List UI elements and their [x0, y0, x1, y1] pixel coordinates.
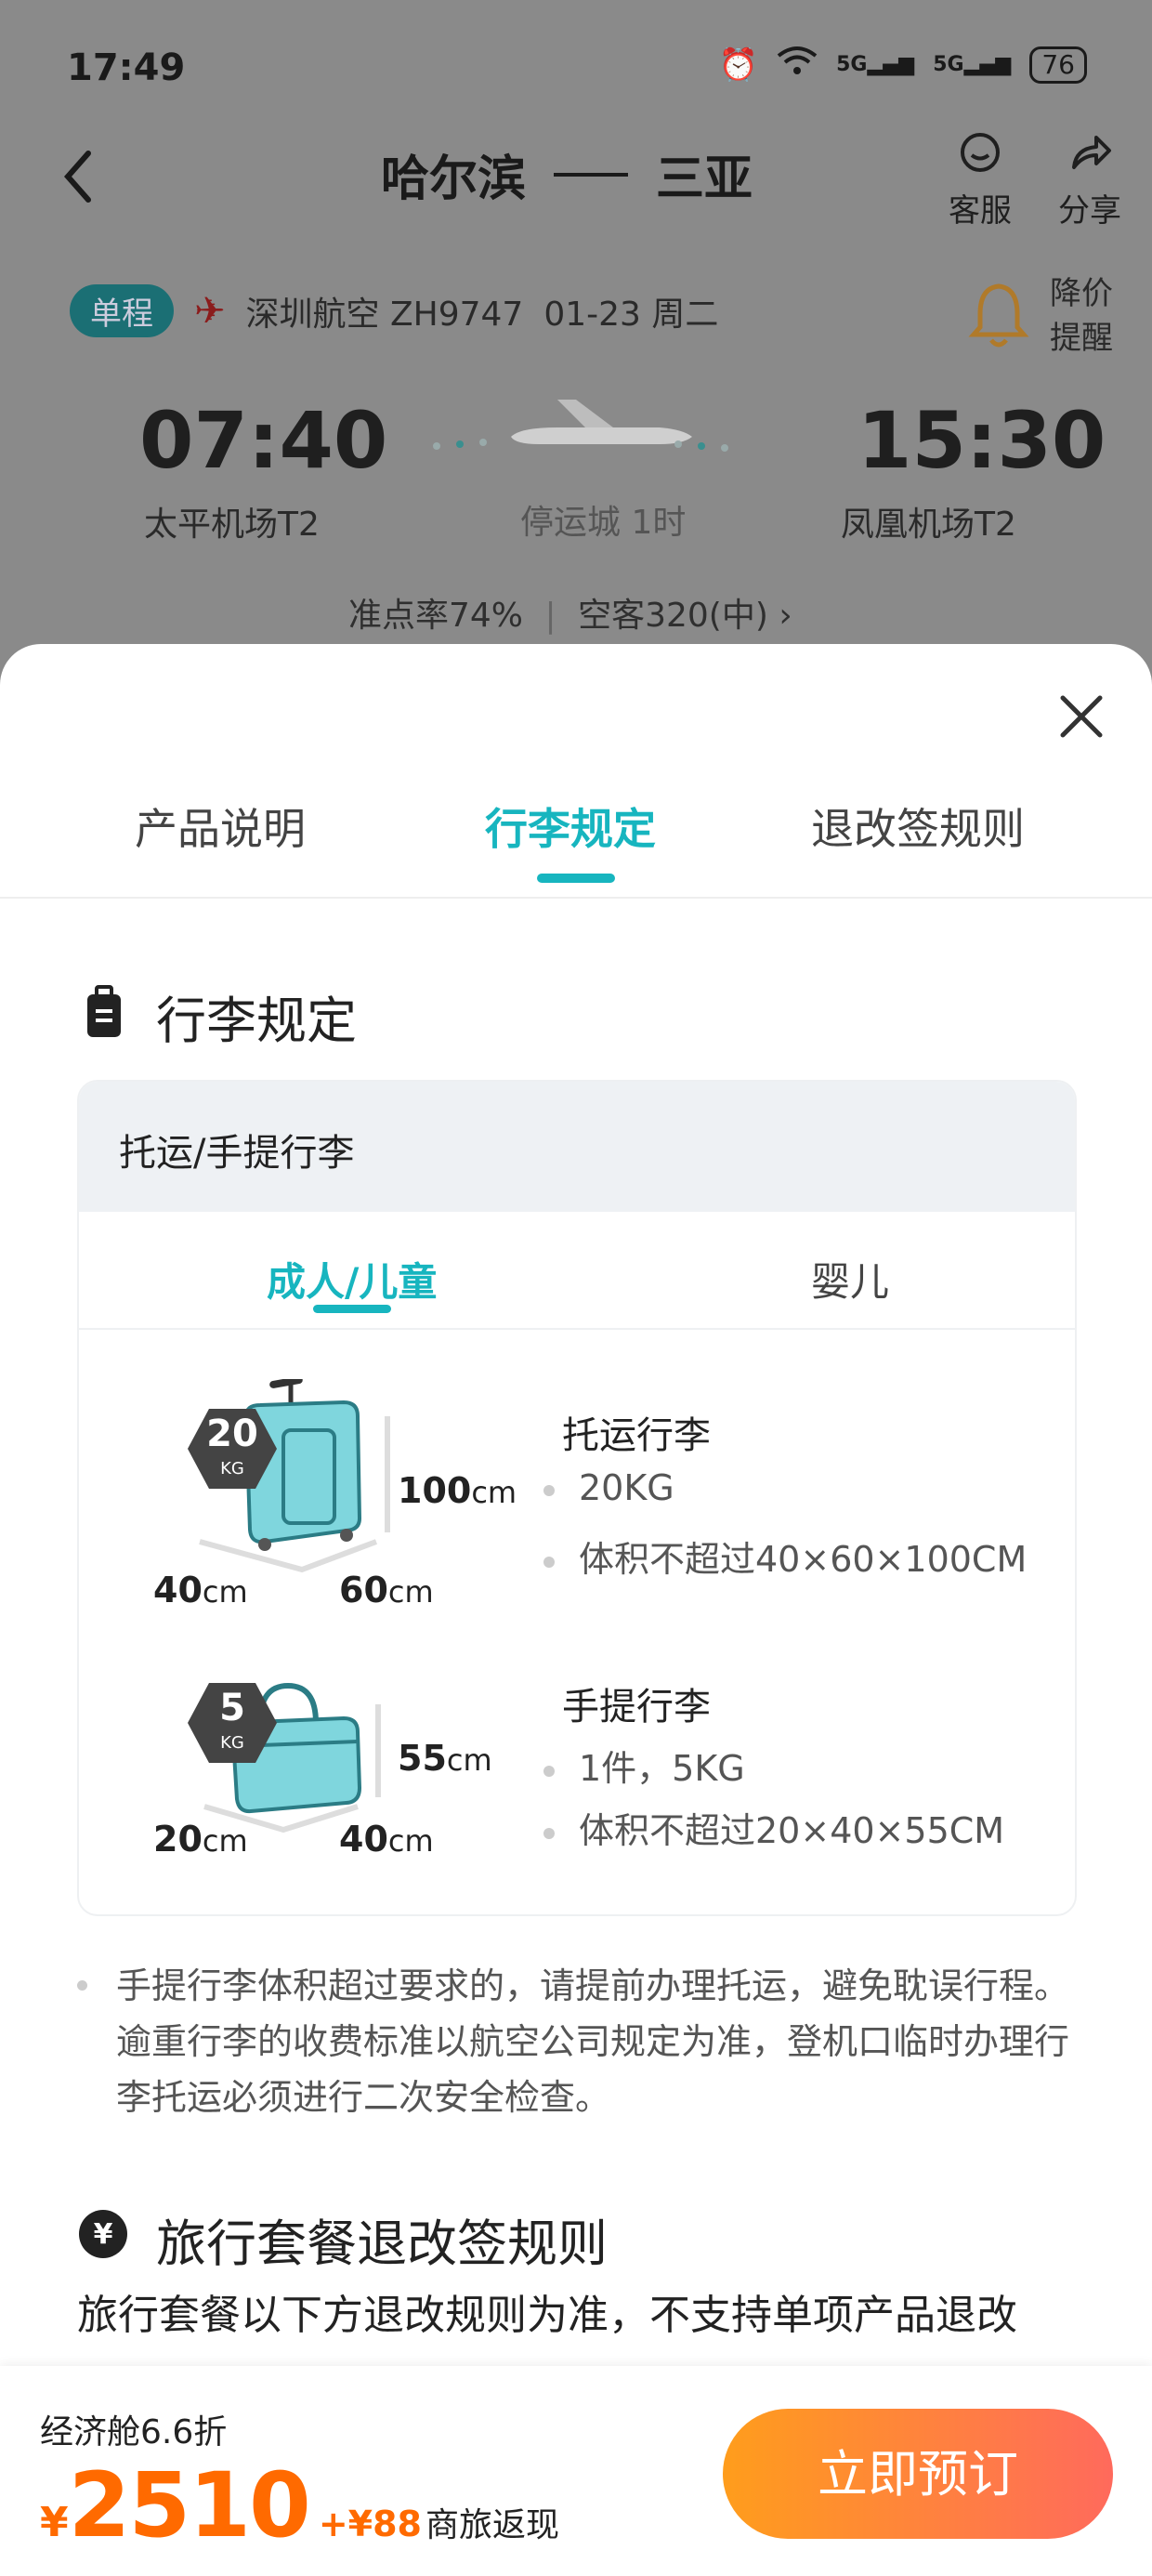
price-alert-line1: 降价 — [1050, 275, 1113, 312]
carry-on-width: 20cm — [153, 1819, 248, 1860]
carry-on-title: 手提行李 — [562, 1686, 711, 1728]
arrival-time: 15:30 — [857, 395, 1106, 486]
tab-adult-child[interactable]: 成人/儿童 — [267, 1251, 437, 1308]
baggage-note-text: 手提行李体积超过要求的，请提前办理托运，避免耽误行程。逾重行李的收费标准以航空公… — [116, 1965, 1070, 2118]
carry-on-rule-count: 1件，5KG — [543, 1740, 745, 1791]
checked-weight-value: 20 — [206, 1413, 258, 1455]
carry-on-height: 55cm — [398, 1738, 492, 1779]
price-alert-line2: 提醒 — [1050, 320, 1113, 357]
chat-icon — [961, 133, 1000, 172]
divider — [79, 1328, 1075, 1330]
alarm-icon: ⏰ — [718, 46, 759, 84]
share-button[interactable]: 分享 — [1048, 130, 1132, 230]
book-now-button[interactable]: 立即预订 — [723, 2409, 1113, 2539]
airline-flight: 深圳航空 ZH9747 — [245, 295, 524, 334]
signal-icon-2: 5G▂▄▆ — [933, 53, 1012, 76]
plane-icon — [427, 390, 734, 468]
tab-active-indicator — [537, 874, 615, 883]
departure-airport: 太平机场T2 — [144, 506, 320, 544]
card-header-label: 托运/手提行李 — [119, 1132, 355, 1175]
price-alert-button[interactable] — [966, 279, 1031, 357]
package-rules-text: 旅行套餐以下方退改规则为准，不支持单项产品退改 — [77, 2292, 1017, 2339]
flight-summary: 单程 ✈ 深圳航空 ZH9747 01-23 周二 — [70, 284, 718, 337]
tab-infant[interactable]: 婴儿 — [811, 1251, 889, 1308]
cashback-label: 商旅返现 — [425, 2506, 559, 2544]
carry-on-weight-unit: KG — [220, 1733, 244, 1753]
close-icon — [1060, 695, 1103, 738]
close-button[interactable] — [1057, 692, 1106, 741]
tab-refund-rules[interactable]: 退改签规则 — [811, 795, 1025, 857]
customer-service-label: 客服 — [949, 192, 1012, 230]
trip-type-badge: 单程 — [70, 284, 174, 337]
checked-rule-weight: 20KG — [543, 1467, 674, 1508]
currency-symbol: ¥ — [40, 2499, 69, 2546]
departure-time: 07:40 — [139, 395, 388, 486]
section-title-baggage: 行李规定 — [156, 992, 357, 1050]
carry-on-weight-value: 5 — [219, 1687, 245, 1729]
wifi-icon — [777, 45, 818, 85]
back-button[interactable] — [51, 139, 107, 214]
yen-icon: ¥ — [77, 2208, 129, 2264]
share-icon — [1072, 136, 1111, 169]
carry-on-depth: 40cm — [339, 1819, 434, 1860]
chevron-right-icon: › — [779, 597, 792, 635]
baggage-note: 手提行李体积超过要求的，请提前办理托运，避免耽误行程。逾重行李的收费标准以航空公… — [77, 1958, 1099, 2125]
svg-text:¥: ¥ — [94, 2218, 113, 2251]
tab-product-info[interactable]: 产品说明 — [135, 795, 306, 857]
airline-logo-icon: ✈ — [194, 289, 226, 333]
cashback-amount: +¥88 — [318, 2504, 422, 2544]
route-title: 哈尔滨 三亚 — [381, 139, 753, 209]
aircraft-type: 空客320(中) — [578, 597, 768, 635]
price-amount: 2510 — [68, 2453, 311, 2557]
tab-baggage-rules[interactable]: 行李规定 — [485, 795, 656, 857]
share-label: 分享 — [1058, 192, 1121, 230]
origin-city: 哈尔滨 — [381, 151, 527, 207]
price-block: ¥ 2510 +¥88 商旅返现 — [40, 2453, 559, 2557]
checked-rule-size: 体积不超过40×60×100CM — [543, 1531, 1027, 1582]
customer-service-button[interactable]: 客服 — [938, 130, 1022, 230]
card-header: 托运/手提行李 — [79, 1082, 1075, 1212]
status-icons: ⏰ 5G▂▄▆ 5G▂▄▆ 76 — [719, 45, 1087, 85]
flight-date: 01-23 周二 — [543, 295, 719, 334]
section-title-package-rules: 旅行套餐退改签规则 — [156, 2215, 608, 2273]
checked-title: 托运行李 — [562, 1414, 711, 1457]
checked-weight-badge: 20 KG — [186, 1407, 279, 1494]
baggage-card: 托运/手提行李 成人/儿童 婴儿 20 KG 100cm 40cm 60cm 托… — [77, 1080, 1077, 1916]
route-arrow-icon — [554, 172, 629, 177]
flight-stats[interactable]: 准点率74% | 空客320(中) › — [348, 588, 792, 637]
destination-city: 三亚 — [656, 151, 753, 207]
stopover-info: 停运城 1时 — [520, 504, 687, 542]
battery-indicator: 76 — [1029, 46, 1087, 84]
cabin-discount: 经济舱6.6折 — [40, 2413, 228, 2451]
carry-on-weight-badge: 5 KG — [186, 1681, 279, 1768]
price-alert-label[interactable]: 降价 提醒 — [1050, 271, 1115, 361]
bell-icon — [968, 283, 1029, 348]
checked-depth: 60cm — [339, 1570, 434, 1610]
bullet-dot — [77, 1980, 87, 1991]
on-time-rate: 准点率74% — [348, 597, 524, 635]
signal-icon-1: 5G▂▄▆ — [836, 53, 915, 76]
checked-width: 40cm — [153, 1570, 248, 1610]
chevron-left-icon — [64, 151, 91, 203]
subtab-active-indicator — [313, 1305, 391, 1313]
checked-weight-unit: KG — [220, 1459, 244, 1479]
status-time: 17:49 — [67, 46, 186, 89]
checked-height: 100cm — [398, 1470, 517, 1511]
luggage-icon — [85, 985, 123, 1045]
arrival-airport: 凤凰机场T2 — [841, 506, 1016, 544]
carry-on-rule-size: 体积不超过20×40×55CM — [543, 1802, 1004, 1853]
